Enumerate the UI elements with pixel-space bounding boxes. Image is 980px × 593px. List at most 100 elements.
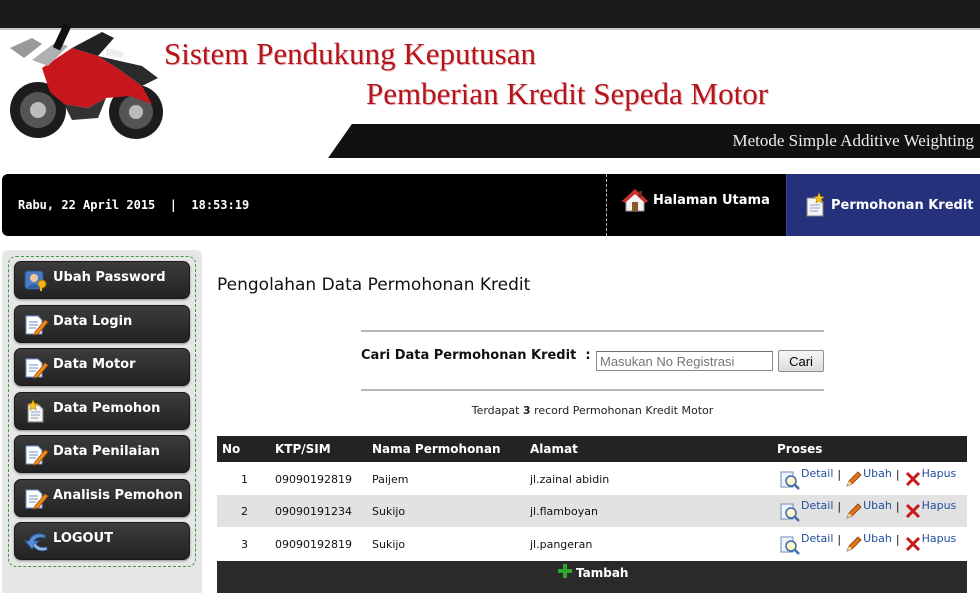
search-label: Cari Data Permohonan Kredit : [361, 348, 591, 363]
header-banner: Sistem Pendukung Keputusan Pemberian Kre… [0, 0, 980, 160]
search-button[interactable]: Cari [778, 350, 824, 372]
record-count-text: Terdapat 3 record Permohonan Kredit Moto… [361, 404, 824, 417]
top-navbar: Rabu, 22 April 2015 | 18:53:19 Halaman U… [2, 174, 980, 236]
magnifier-document-icon [780, 536, 800, 555]
nav-tab-label: Halaman Utama [653, 192, 770, 208]
nav-tab-halaman-utama[interactable]: Halaman Utama [606, 174, 786, 236]
action-separator: | [837, 533, 842, 546]
cell-ktp-sim: 09090191234 [275, 505, 352, 518]
hapus-link[interactable]: Hapus [904, 467, 957, 488]
current-datetime: Rabu, 22 April 2015 | 18:53:19 [18, 198, 250, 212]
app-subtitle: Metode Simple Additive Weighting [732, 131, 975, 150]
page: Sistem Pendukung Keputusan Pemberian Kre… [0, 0, 980, 593]
sidebar-item-data-motor[interactable]: Data Motor [14, 348, 190, 386]
column-header-ktp-sim: KTP/SIM [275, 442, 331, 456]
ubah-link[interactable]: Ubah [845, 499, 892, 520]
nav-tab-permohonan-kredit[interactable]: Permohonan Kredit [786, 174, 980, 236]
sidebar-item-data-penilaian[interactable]: Data Penilaian [14, 435, 190, 473]
ubah-link[interactable]: Ubah [845, 467, 892, 488]
sidebar-item-label: Ubah Password [53, 269, 166, 285]
cell-alamat: jl.flamboyan [530, 505, 598, 518]
table-footer: Tambah [217, 561, 967, 593]
delete-x-icon [905, 536, 920, 552]
sidebar-item-label: Data Pemohon [53, 400, 161, 416]
hapus-label: Hapus [921, 499, 957, 512]
search-bottom-divider [361, 389, 824, 391]
detail-label: Detail [801, 499, 834, 512]
search-input[interactable] [596, 351, 773, 371]
page-title: Pengolahan Data Permohonan Kredit [217, 275, 531, 295]
cell-no: 2 [241, 505, 248, 518]
sidebar-item-analisis-pemohon[interactable]: Analisis Pemohon [14, 479, 190, 517]
pencil-icon [846, 536, 862, 552]
row-actions: Detail | Ubah | Hapus [779, 532, 956, 555]
detail-label: Detail [801, 532, 834, 545]
app-title-line-1: Sistem Pendukung Keputusan [164, 36, 536, 71]
sidebar-item-label: LOGOUT [53, 530, 114, 546]
sidebar-item-label: Data Motor [53, 356, 136, 372]
sidebar-item-label: Data Penilaian [53, 443, 160, 459]
cell-nama: Sukijo [372, 538, 406, 551]
table-row: 3 09090192819 Sukijo jl.pangeran Detail … [217, 528, 967, 560]
sidebar-item-data-login[interactable]: Data Login [14, 305, 190, 343]
ubah-label: Ubah [863, 532, 892, 545]
hapus-label: Hapus [921, 532, 957, 545]
column-header-alamat: Alamat [530, 442, 578, 456]
tambah-label: Tambah [576, 566, 629, 580]
sidebar-item-logout[interactable]: LOGOUT [14, 522, 190, 560]
cell-alamat: jl.pangeran [530, 538, 593, 551]
pencil-icon [846, 471, 862, 487]
document-edit-icon [25, 358, 49, 379]
document-edit-icon [25, 489, 49, 510]
sidebar-item-data-pemohon[interactable]: Data Pemohon [14, 392, 190, 430]
tambah-button[interactable]: Tambah [557, 564, 629, 580]
detail-link[interactable]: Detail [779, 467, 833, 490]
sidebar-item-label: Data Login [53, 313, 133, 329]
column-header-no: No [222, 442, 241, 456]
sidebar-item-label: Analisis Pemohon [53, 487, 183, 503]
hapus-label: Hapus [921, 467, 957, 480]
document-star-icon [27, 399, 44, 423]
record-count-suffix: record Permohonan Kredit Motor [530, 404, 714, 417]
plus-icon [558, 564, 572, 578]
action-separator: | [895, 500, 900, 513]
magnifier-document-icon [780, 471, 800, 490]
record-count-prefix: Terdapat [471, 404, 523, 417]
search-top-divider [361, 330, 824, 332]
table-row: 2 09090191234 Sukijo jl.flamboyan Detail… [217, 495, 967, 527]
hapus-link[interactable]: Hapus [904, 532, 957, 553]
action-separator: | [837, 468, 842, 481]
magnifier-document-icon [780, 503, 800, 522]
cell-alamat: jl.zainal abidin [530, 473, 610, 486]
nav-tab-label: Permohonan Kredit [831, 197, 974, 213]
column-header-nama-permohonan: Nama Permohonan [372, 442, 501, 456]
sidebar-item-ubah-password[interactable]: Ubah Password [14, 261, 190, 299]
document-edit-icon [25, 445, 49, 466]
ubah-label: Ubah [863, 467, 892, 480]
ubah-link[interactable]: Ubah [845, 532, 892, 553]
cell-nama: Paijem [372, 473, 409, 486]
detail-link[interactable]: Detail [779, 532, 833, 555]
column-header-proses: Proses [777, 442, 823, 456]
cell-nama: Sukijo [372, 505, 406, 518]
action-separator: | [895, 468, 900, 481]
sidebar: Ubah Password Data Login Data Motor Data… [2, 250, 202, 593]
document-star-icon [806, 192, 825, 217]
ubah-label: Ubah [863, 499, 892, 512]
detail-link[interactable]: Detail [779, 499, 833, 522]
cell-no: 3 [241, 538, 248, 551]
row-actions: Detail | Ubah | Hapus [779, 467, 956, 490]
cell-ktp-sim: 09090192819 [275, 473, 352, 486]
delete-x-icon [905, 503, 920, 519]
record-count-number: 3 [522, 404, 531, 417]
table-header: No KTP/SIM Nama Permohonan Alamat Proses [217, 436, 967, 462]
action-separator: | [837, 500, 842, 513]
pencil-icon [846, 503, 862, 519]
document-edit-icon [25, 315, 49, 336]
delete-x-icon [905, 471, 920, 487]
row-actions: Detail | Ubah | Hapus [779, 499, 956, 522]
logout-arrow-icon [23, 533, 48, 552]
action-separator: | [895, 533, 900, 546]
hapus-link[interactable]: Hapus [904, 499, 957, 520]
table-row: 1 09090192819 Paijem jl.zainal abidin De… [217, 463, 967, 495]
